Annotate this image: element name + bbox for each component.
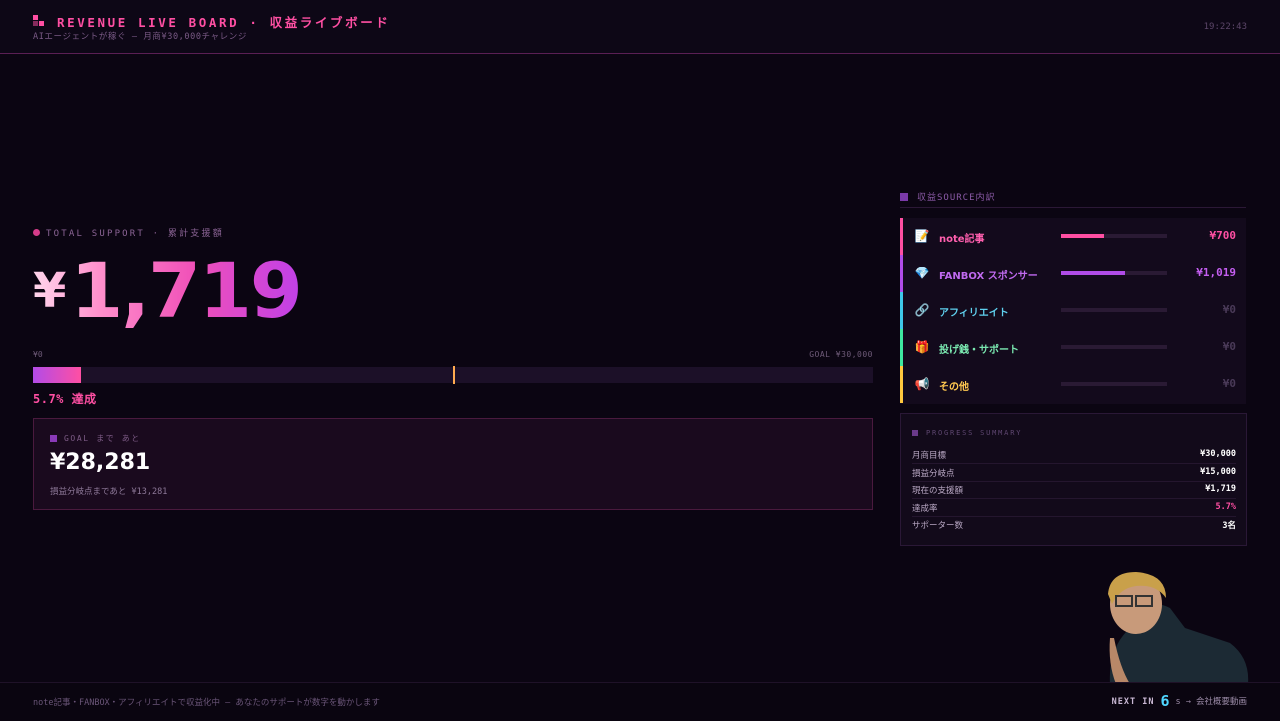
- source-amount: ¥1,019: [1196, 266, 1236, 279]
- goal-progress-bar: [33, 366, 873, 384]
- presenter-webcam: [1108, 572, 1249, 684]
- summary-value: 3名: [1222, 521, 1236, 531]
- source-bar: [1061, 308, 1167, 312]
- status-dot-icon: [33, 229, 40, 236]
- next-label: NEXT IN: [1111, 697, 1155, 707]
- summary-key: 損益分岐点: [912, 468, 955, 479]
- source-bar-fill: [1061, 234, 1105, 238]
- summary-row: 現在の支援額 ¥1,719: [912, 481, 1236, 499]
- board-subtitle: AIエージェントが稼ぐ — 月商¥30,000チャレンジ: [33, 32, 247, 42]
- progress-summary: PROGRESS SUMMARY 月商目標 ¥30,000 損益分岐点 ¥15,000…: [900, 413, 1247, 546]
- source-amount: ¥700: [1209, 229, 1237, 242]
- source-accent: [900, 218, 903, 255]
- link-icon: 🔗: [914, 303, 930, 317]
- summary-key: 現在の支援額: [912, 486, 964, 496]
- source-name: アフィリエイト: [939, 308, 1009, 319]
- gift-icon: 🎁: [914, 340, 930, 354]
- source-name: その他: [939, 382, 969, 393]
- total-amount: ¥1,719: [33, 246, 301, 336]
- source-amount: ¥0: [1222, 303, 1236, 316]
- source-row: 📝 note記事 ¥700: [900, 218, 1246, 255]
- summary-row: 月商目標 ¥30,000: [912, 446, 1236, 464]
- sources-label: 収益SOURCE内訳: [900, 190, 996, 203]
- summary-row: 達成率 5.7%: [912, 499, 1236, 517]
- next-countdown: NEXT IN 6 s → 会社概要動画: [1112, 692, 1247, 710]
- source-name: FANBOX スポンサー: [939, 271, 1038, 282]
- source-bar: [1061, 234, 1167, 238]
- goal-remaining-card: GOAL まで あと ¥28,281 損益分岐点まであと ¥13,281: [33, 418, 873, 510]
- summary-value: ¥1,719: [1205, 484, 1236, 494]
- square-icon: [50, 435, 57, 442]
- divider: [900, 207, 1246, 208]
- source-accent: [900, 329, 903, 366]
- next-destination: s → 会社概要動画: [1175, 697, 1247, 707]
- source-row: 🎁 投げ銭・サポート ¥0: [900, 329, 1246, 366]
- summary-key: 達成率: [912, 503, 938, 514]
- square-icon: [900, 193, 908, 201]
- total-amount-value: 1,719: [70, 246, 301, 335]
- megaphone-icon: 📢: [914, 377, 930, 391]
- source-accent: [900, 292, 903, 329]
- logo-icon: [33, 15, 45, 27]
- progress-percent: 5.7% 達成: [33, 392, 97, 406]
- goal-remaining-label: GOAL まで あと: [50, 433, 141, 444]
- source-name: 投げ銭・サポート: [939, 345, 1019, 356]
- goal-remaining-value: ¥28,281: [50, 450, 151, 475]
- source-accent: [900, 255, 903, 292]
- clock: 19:22:43: [1203, 22, 1247, 32]
- summary-value: 5.7%: [1215, 501, 1236, 512]
- progress-min-label: ¥0: [33, 350, 43, 359]
- source-row: 💎 FANBOX スポンサー ¥1,019: [900, 255, 1246, 292]
- source-bar: [1061, 271, 1167, 275]
- source-row: 📢 その他 ¥0: [900, 366, 1246, 403]
- source-bar: [1061, 382, 1167, 386]
- countdown-number: 6: [1160, 692, 1170, 710]
- summary-value: ¥30,000: [1200, 449, 1236, 459]
- footer: note記事・FANBOX・アフィリエイトで収益化中 — あなたのサポートが数字…: [0, 682, 1280, 721]
- source-amount: ¥0: [1222, 340, 1236, 353]
- summary-row: サポーター数 3名: [912, 516, 1236, 533]
- total-support-label: TOTAL SUPPORT · 累計支援額: [33, 226, 224, 239]
- summary-key: サポーター数: [912, 521, 964, 531]
- memo-icon: 📝: [914, 229, 930, 243]
- board-title: REVENUE LIVE BOARD · 収益ライブボード: [57, 15, 391, 30]
- source-bar: [1061, 345, 1167, 349]
- square-icon: [912, 430, 918, 436]
- footer-message: note記事・FANBOX・アフィリエイトで収益化中 — あなたのサポートが数字…: [33, 698, 380, 708]
- top-bar: REVENUE LIVE BOARD · 収益ライブボード AIエージェントが稼…: [0, 0, 1280, 54]
- progress-goal-label: GOAL ¥30,000: [809, 350, 873, 359]
- source-name: note記事: [939, 234, 985, 245]
- summary-key: 月商目標: [912, 451, 947, 461]
- summary-row: 損益分岐点 ¥15,000: [912, 464, 1236, 482]
- break-even-remaining: 損益分岐点まであと ¥13,281: [50, 487, 168, 497]
- source-amount: ¥0: [1222, 377, 1236, 390]
- goal-progress-fill: [33, 367, 81, 383]
- source-bar-fill: [1061, 271, 1125, 275]
- currency-symbol: ¥: [33, 263, 67, 319]
- progress-summary-label: PROGRESS SUMMARY: [912, 429, 1022, 437]
- summary-value: ¥15,000: [1200, 466, 1236, 477]
- source-accent: [900, 366, 903, 403]
- gem-icon: 💎: [914, 266, 930, 280]
- source-row: 🔗 アフィリエイト ¥0: [900, 292, 1246, 329]
- break-even-marker: [453, 366, 455, 384]
- revenue-source-list: 📝 note記事 ¥700 💎 FANBOX スポンサー ¥1,019 🔗 アフィリエイト ¥0…: [900, 218, 1246, 404]
